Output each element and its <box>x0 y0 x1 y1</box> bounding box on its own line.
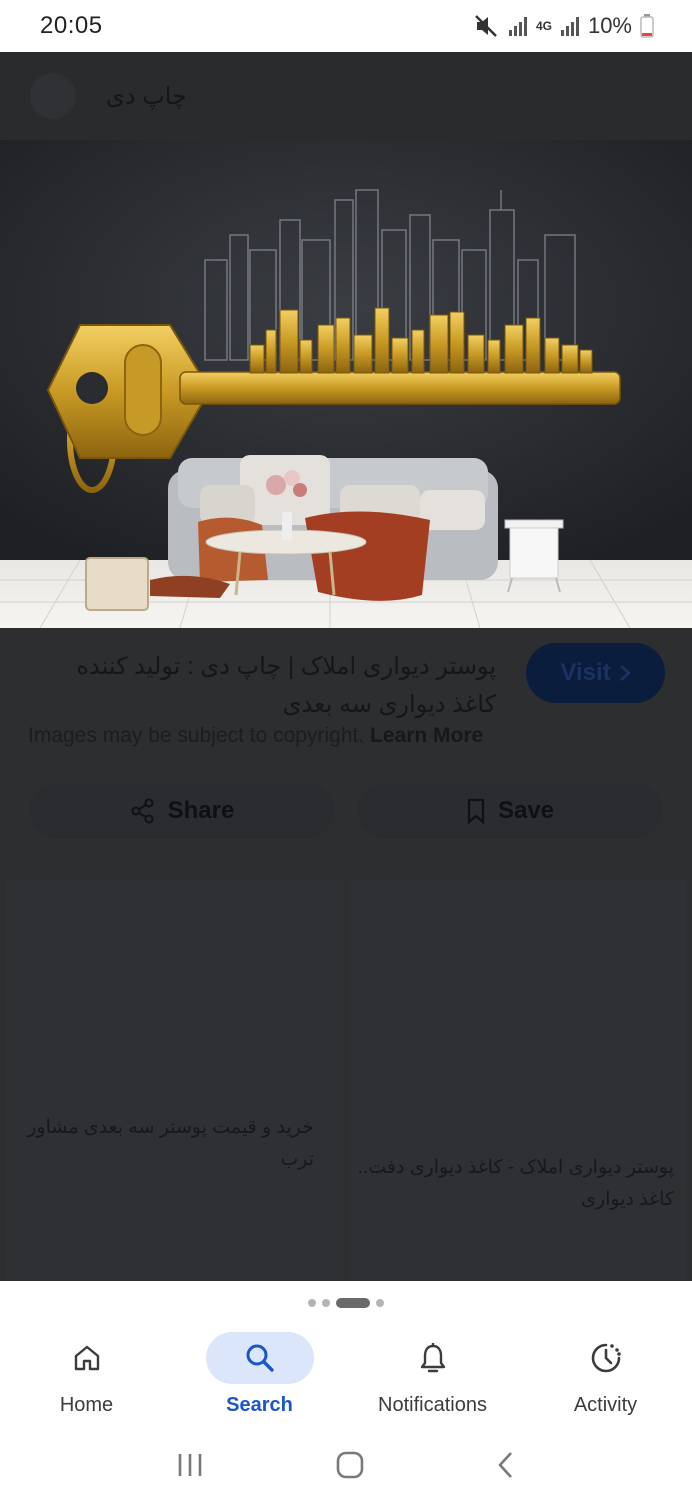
nav-icon-container <box>379 1332 487 1384</box>
battery-icon <box>640 14 654 38</box>
save-button[interactable]: Save <box>356 782 664 840</box>
site-favicon <box>30 73 76 119</box>
copyright-text: Images may be subject to copyright. <box>28 724 365 747</box>
nav-notifications[interactable]: Notifications <box>346 1322 519 1430</box>
bottom-navigation: Home Search Notifications Activity <box>0 1322 692 1430</box>
related-card-text: خرید و قیمت پوستر سه بعدی مشاور ترب <box>27 1117 314 1170</box>
nav-home[interactable]: Home <box>0 1322 173 1430</box>
battery-percent: 10% <box>587 13 632 38</box>
related-card-text: پوستر دیواری املاک - کاغذ دیواری دفت.. ک… <box>357 1157 674 1210</box>
page-dot <box>308 1299 316 1307</box>
save-label: Save <box>497 797 555 824</box>
status-bar: 20:05 4G 10% <box>0 0 692 52</box>
signal-icon-2 <box>560 17 579 36</box>
nav-label: Home <box>59 1394 114 1416</box>
nav-icon-container <box>205 1332 314 1384</box>
copyright-notice: Images may be subject to copyright. Lear… <box>28 724 483 748</box>
result-title[interactable]: پوستر دیواری املاک | چاپ دی : تولید کنند… <box>26 648 496 724</box>
status-time: 20:05 <box>40 12 103 39</box>
learn-more-link[interactable]: Learn More <box>370 724 483 747</box>
mute-icon <box>475 15 497 37</box>
nav-label: Activity <box>573 1394 638 1416</box>
visit-button[interactable]: Visit <box>526 643 665 703</box>
result-info: پوستر دیواری املاک | چاپ دی : تولید کنند… <box>0 642 692 732</box>
share-button[interactable]: Share <box>28 782 336 840</box>
nav-label: Notifications <box>378 1394 487 1416</box>
nav-search[interactable]: Search <box>173 1322 346 1430</box>
back-icon[interactable] <box>496 1450 516 1480</box>
page-dot-active <box>336 1298 370 1308</box>
share-label: Share <box>167 797 235 824</box>
recent-apps-icon[interactable] <box>176 1452 204 1478</box>
chevron-right-icon <box>619 665 631 681</box>
nav-label: Search <box>226 1394 293 1416</box>
home-button-icon[interactable] <box>335 1450 365 1480</box>
page-dot <box>376 1299 384 1307</box>
nav-activity[interactable]: Activity <box>519 1322 692 1430</box>
image-viewer-overlay: چاپ دی پوستر دیواری املاک | چاپ دی: تول… <box>0 52 692 1281</box>
bell-icon <box>420 1343 445 1373</box>
visit-label: Visit <box>560 659 611 686</box>
source-header[interactable]: چاپ دی <box>0 52 692 140</box>
search-icon <box>246 1344 274 1372</box>
status-icons: 4G 10% <box>474 13 654 39</box>
system-navigation-bar <box>0 1430 692 1500</box>
activity-icon <box>591 1343 621 1373</box>
share-icon <box>131 798 154 824</box>
related-card[interactable]: پوستر دیواری املاک - کاغذ دیواری دفت.. ک… <box>348 880 686 1280</box>
related-card[interactable]: خرید و قیمت پوستر سه بعدی مشاور ترب <box>6 880 344 1280</box>
home-icon <box>74 1345 99 1371</box>
nav-icon-container <box>33 1332 141 1384</box>
network-type: 4G <box>535 19 552 33</box>
result-image[interactable] <box>0 140 692 628</box>
bookmark-icon <box>467 798 485 824</box>
signal-icon <box>508 17 527 36</box>
page-dot <box>322 1299 330 1307</box>
page-indicator <box>0 1296 692 1310</box>
nav-icon-container <box>552 1332 660 1384</box>
site-name: چاپ دی <box>106 82 187 110</box>
